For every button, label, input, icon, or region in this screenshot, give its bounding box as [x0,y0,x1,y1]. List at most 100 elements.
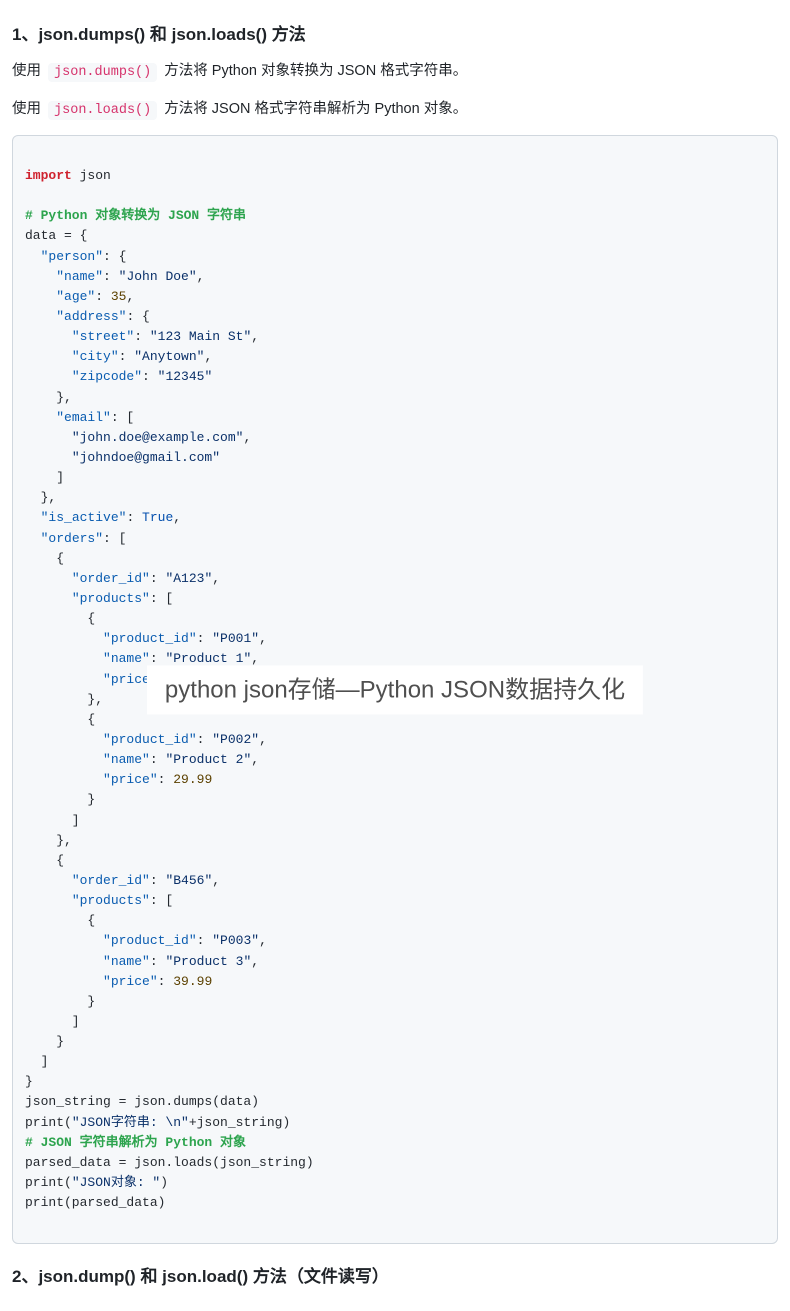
punct: , [173,510,181,525]
dict-key: "product_id" [103,732,197,747]
code-line: } [25,994,95,1009]
punct: : [142,369,158,384]
section-heading-2: 2、json.dump() 和 json.load() 方法（文件读写） [12,1262,778,1287]
string-value: "John Doe" [119,269,197,284]
punct: , [259,732,267,747]
punct: , [243,430,251,445]
code-text: print( [25,1115,72,1130]
section-heading-1: 1、json.dumps() 和 json.loads() 方法 [12,20,778,45]
code-line: { [25,551,64,566]
string-value: "P003" [212,933,259,948]
code-line: { [25,611,95,626]
punct: , [251,329,259,344]
string-value: "123 Main St" [150,329,251,344]
indent [25,329,72,344]
string-value: "johndoe@gmail.com" [72,450,220,465]
punct: , [204,349,212,364]
comment-line: # JSON 字符串解析为 Python 对象 [25,1135,246,1150]
watermark-text: python json存储—Python JSON数据持久化 [147,665,643,714]
dict-key: "order_id" [72,571,150,586]
string-value: "A123" [165,571,212,586]
punct: , [212,571,220,586]
paragraph-loads: 使用 json.loads() 方法将 JSON 格式字符串解析为 Python… [12,97,778,123]
dict-key: "products" [72,893,150,908]
punct: : [103,269,119,284]
keyword-import: import [25,168,72,183]
indent [25,410,56,425]
paragraph-dumps: 使用 json.dumps() 方法将 Python 对象转换为 JSON 格式… [12,59,778,85]
string-value: "P001" [212,631,259,646]
dict-key: "product_id" [103,631,197,646]
code-line: }, [25,490,56,505]
punct: : [150,571,166,586]
dict-key: "product_id" [103,933,197,948]
number-value: 29.99 [173,772,212,787]
dict-key: "person" [41,249,103,264]
dict-key: "age" [56,289,95,304]
punct: , [197,269,205,284]
indent [25,873,72,888]
indent [25,349,72,364]
string-value: "P002" [212,732,259,747]
dict-key: "price" [103,772,158,787]
code-line: { [25,913,95,928]
module-json: json [72,168,111,183]
indent [25,571,72,586]
punct: : [ [150,893,173,908]
punct: : [ [103,531,126,546]
string-value: "john.doe@example.com" [72,430,244,445]
indent [25,510,41,525]
code-line: } [25,1074,33,1089]
code-line: } [25,1034,64,1049]
punct: : { [103,249,126,264]
punct: : [150,873,166,888]
indent [25,752,103,767]
indent [25,732,103,747]
code-text: +json_string) [189,1115,290,1130]
string-value: "JSON对象: " [72,1175,160,1190]
code-line: ] [25,1054,48,1069]
punct: : [150,752,166,767]
dict-key: "name" [56,269,103,284]
punct: , [259,631,267,646]
string-value: "Product 3" [165,954,251,969]
dict-key: "name" [103,954,150,969]
string-value: "B456" [165,873,212,888]
code-line: ] [25,813,80,828]
indent [25,430,72,445]
indent [25,933,103,948]
indent [25,893,72,908]
inline-code-loads: json.loads() [48,101,157,120]
indent [25,672,103,687]
dict-key: "orders" [41,531,103,546]
dict-key: "name" [103,651,150,666]
indent [25,631,103,646]
code-line: }, [25,390,72,405]
indent [25,954,103,969]
code-line: { [25,712,95,727]
dict-key: "street" [72,329,134,344]
dict-key: "address" [56,309,126,324]
indent [25,651,103,666]
indent [25,369,72,384]
string-value: "12345" [158,369,213,384]
punct: : [158,974,174,989]
number-value: 39.99 [173,974,212,989]
punct: : [197,631,213,646]
punct: : [197,732,213,747]
blank-line [25,188,33,203]
indent [25,450,72,465]
code-line: { [25,853,64,868]
code-line: ] [25,1014,80,1029]
punct: , [259,933,267,948]
inline-code-dumps: json.dumps() [48,63,157,82]
indent [25,289,56,304]
dict-key: "email" [56,410,111,425]
code-line: }, [25,692,103,707]
code-line: parsed_data = json.loads(json_string) [25,1155,314,1170]
dict-key: "city" [72,349,119,364]
code-line: }, [25,833,72,848]
punct: , [212,873,220,888]
punct: , [126,289,134,304]
code-line: } [25,792,95,807]
